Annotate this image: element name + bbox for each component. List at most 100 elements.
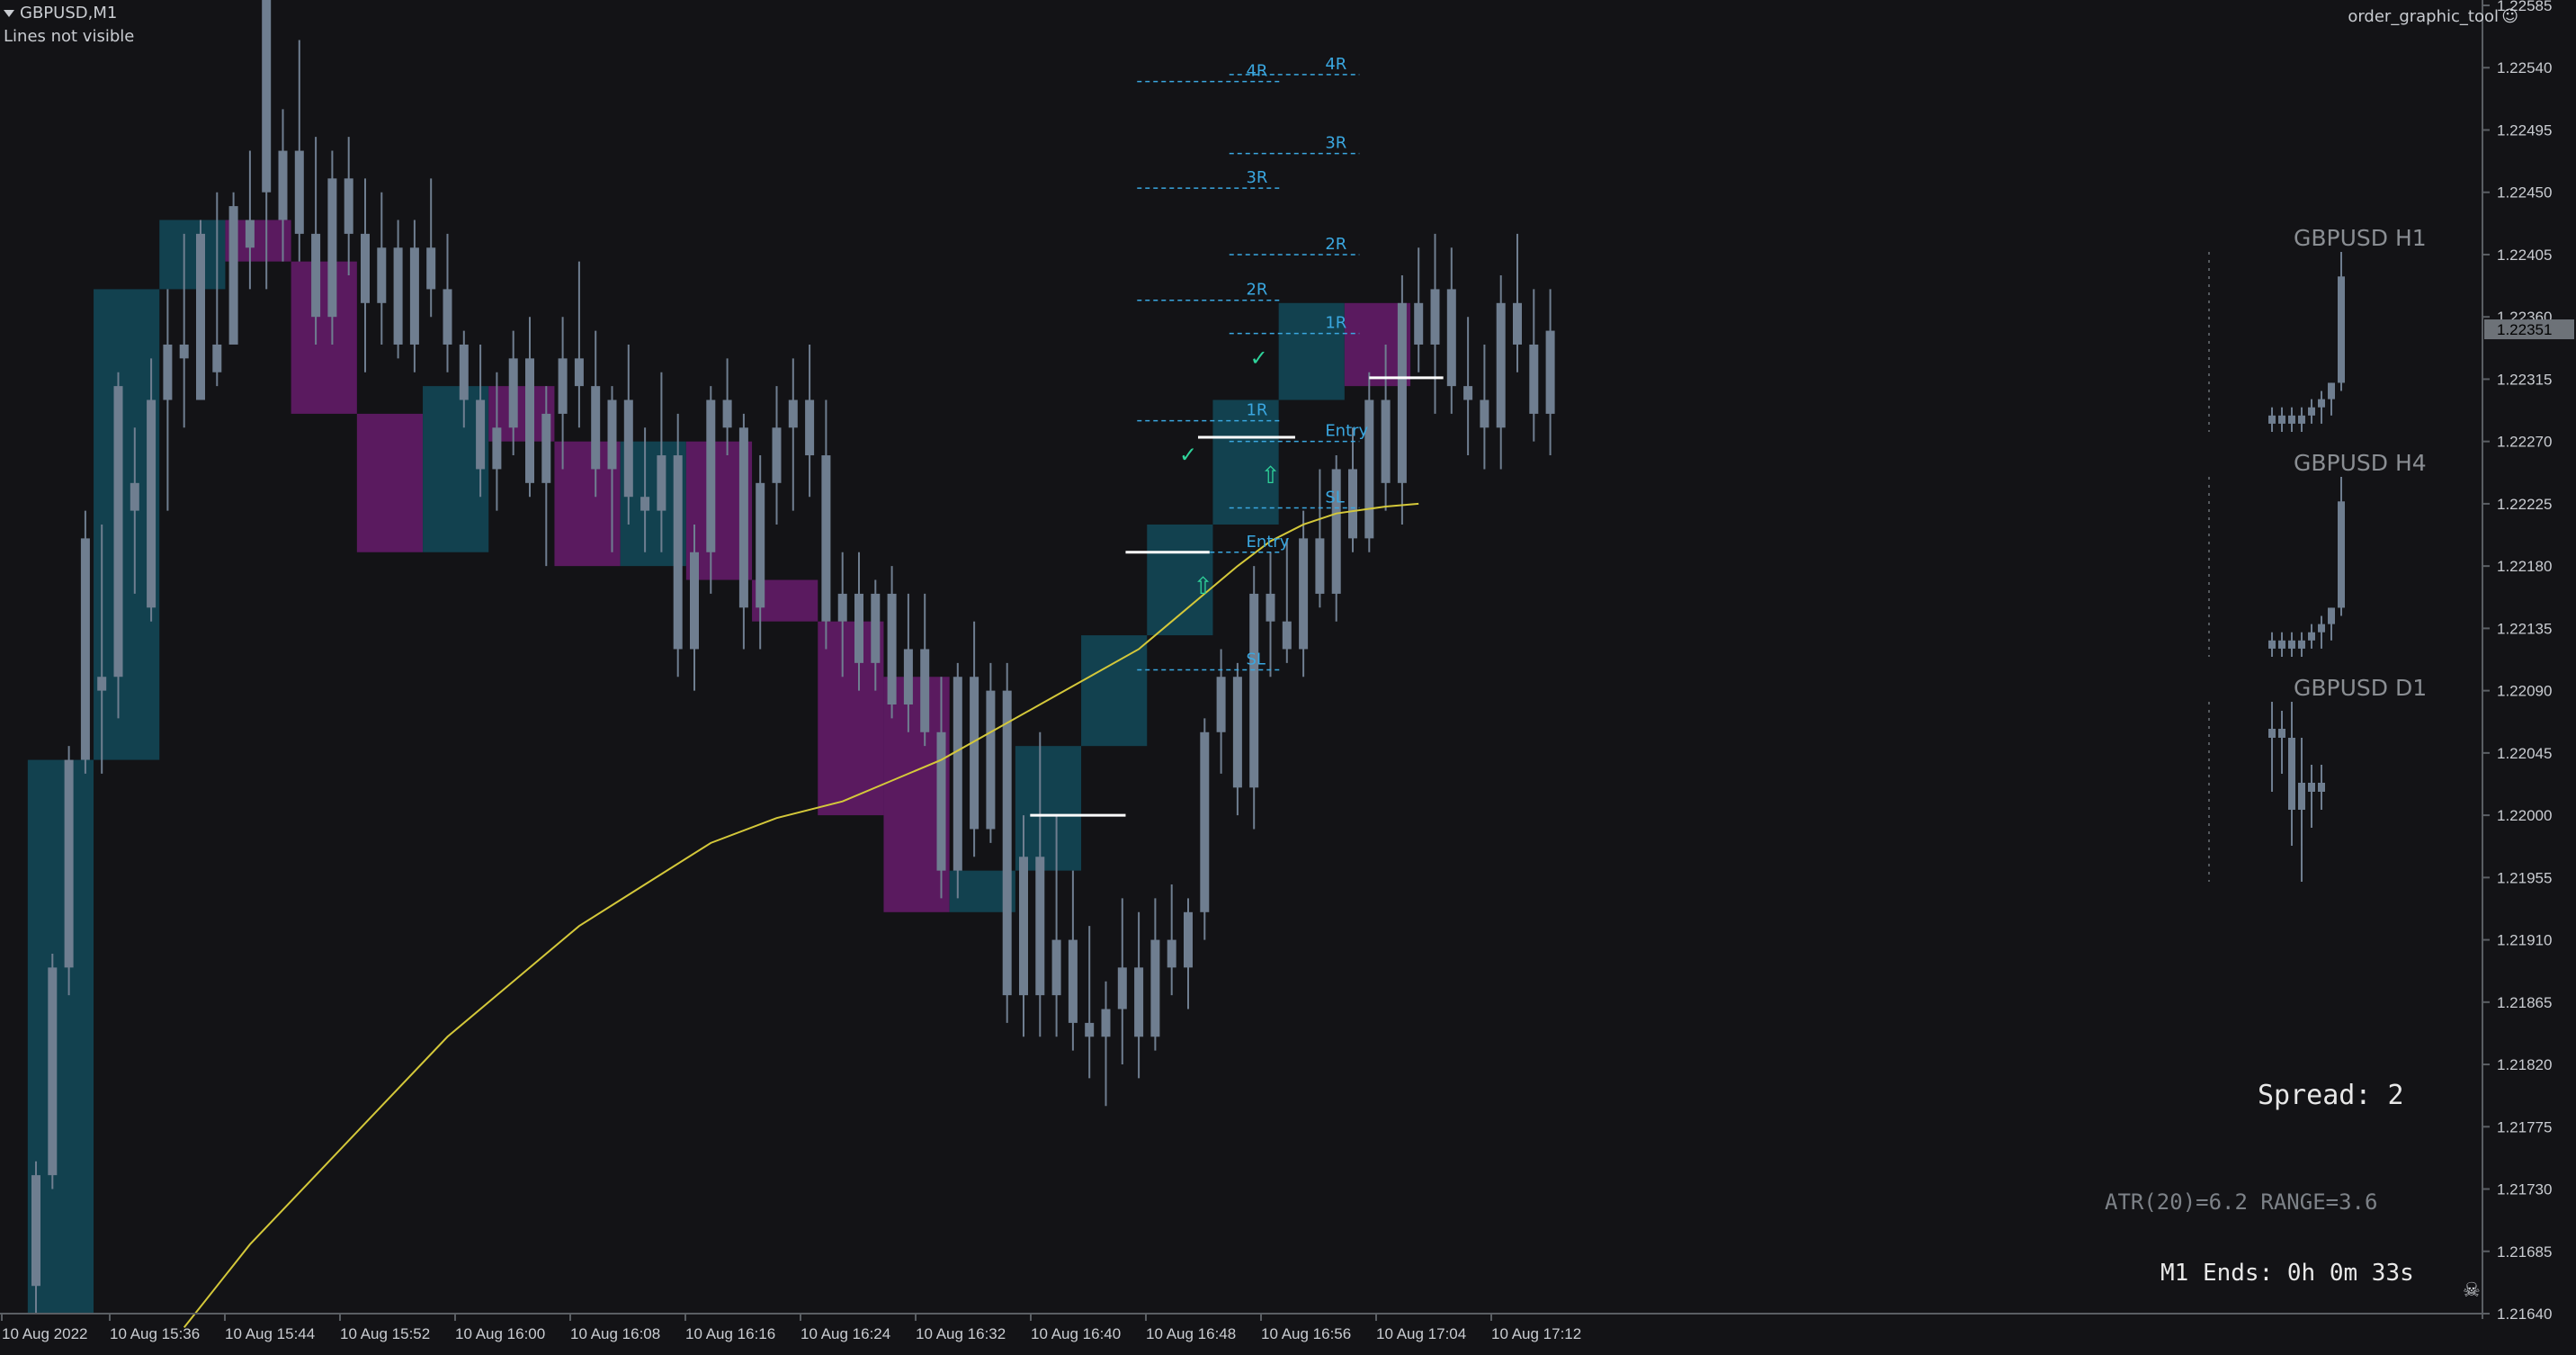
candle-body	[788, 399, 798, 428]
candle-body	[1397, 302, 1407, 483]
candle-body	[706, 399, 716, 552]
mini-candle-body	[2318, 624, 2325, 633]
level-label: 2R	[1246, 281, 1267, 300]
candle-body	[673, 455, 683, 650]
candle-body	[48, 967, 58, 1176]
price-tick-label: 1.22405	[2497, 247, 2552, 264]
price-tick-label: 1.22540	[2497, 59, 2552, 76]
candle-body	[163, 344, 173, 400]
time-tick-label: 10 Aug 16:32	[916, 1325, 1006, 1342]
price-tick-label: 1.22270	[2497, 434, 2552, 451]
candle-box	[1015, 746, 1082, 871]
mini-candle-body	[2338, 501, 2345, 608]
candle-body	[1529, 344, 1539, 414]
level-label: 4R	[1325, 55, 1346, 74]
price-tick-label: 1.22090	[2497, 683, 2552, 700]
mini-candle-body	[2288, 415, 2295, 424]
candle-body	[607, 399, 617, 470]
candle-body	[986, 690, 996, 830]
candle-body	[147, 399, 157, 608]
skull-icon[interactable]: ☠	[2463, 1279, 2481, 1302]
candle-body	[1200, 731, 1210, 912]
candle-body	[1167, 939, 1176, 968]
candle-body	[623, 399, 633, 498]
time-tick-label: 10 Aug 16:16	[685, 1325, 775, 1342]
time-tick-label: 10 Aug 16:00	[455, 1325, 545, 1342]
smiley-icon[interactable]: ☺	[2501, 7, 2518, 26]
price-tick-label: 1.22045	[2497, 745, 2552, 762]
level-label: 2R	[1325, 235, 1346, 254]
candle-body	[344, 178, 353, 234]
candle-box	[356, 413, 424, 552]
candle-body	[294, 150, 304, 234]
candle-body	[1150, 939, 1160, 1037]
candle-body	[1282, 621, 1292, 650]
mini-candle-body	[2308, 783, 2315, 792]
atr-range-readout: ATR(20)=6.2 RANGE=3.6	[2105, 1189, 2378, 1215]
price-chart[interactable]: 4R3R2R1REntrySL4R3R2R1REntrySL⇧⇧✓✓1.2258…	[0, 0, 2576, 1355]
mini-candle-body	[2288, 640, 2295, 649]
check-icon: ✓	[1179, 443, 1197, 468]
candle-body	[690, 552, 699, 650]
candle-body	[409, 247, 419, 345]
candle-body	[1446, 289, 1456, 387]
candle-body	[228, 206, 238, 345]
mini-chart-title-h1: GBPUSD H1	[2294, 225, 2427, 251]
price-tick-label: 1.21910	[2497, 932, 2552, 949]
candle-body	[591, 386, 601, 470]
mini-chart-title-d1: GBPUSD D1	[2294, 675, 2428, 701]
level-label: SL	[1246, 651, 1265, 669]
candle-body	[196, 233, 205, 400]
candle-body	[393, 247, 403, 345]
candle-body	[1348, 469, 1357, 539]
candle-body	[1035, 857, 1045, 996]
mini-candle-body	[2328, 382, 2335, 399]
time-tick-label: 10 Aug 16:48	[1146, 1325, 1236, 1342]
level-label: 3R	[1246, 168, 1267, 187]
time-tick-label: 10 Aug 16:40	[1031, 1325, 1121, 1342]
level-label: Entry	[1325, 422, 1368, 441]
candle-body	[970, 677, 979, 830]
tool-name[interactable]: order_graphic_tool	[2348, 7, 2499, 26]
candle-body	[262, 0, 272, 193]
candle-body	[1249, 593, 1259, 788]
candle-body	[476, 399, 486, 470]
candle-body	[1513, 302, 1522, 345]
candle-body	[1051, 939, 1061, 996]
level-label: 1R	[1325, 314, 1346, 333]
level-label: 1R	[1246, 401, 1267, 420]
candle-body	[212, 344, 222, 372]
candle-body	[821, 455, 831, 622]
candle-body	[443, 289, 452, 345]
candle-body	[1414, 302, 1424, 345]
candle-body	[1463, 386, 1473, 400]
candle-body	[1232, 677, 1242, 788]
level-label: SL	[1325, 489, 1344, 507]
time-tick-label: 10 Aug 16:56	[1261, 1325, 1351, 1342]
candle-body	[1019, 857, 1028, 996]
candle-body	[756, 482, 765, 608]
candle-body	[1545, 330, 1555, 414]
mini-candle-body	[2278, 729, 2285, 738]
candle-body	[361, 233, 370, 303]
status-label: Lines not visible	[4, 27, 135, 46]
candle-body	[130, 482, 139, 511]
price-tick-label: 1.22180	[2497, 558, 2552, 575]
time-tick-label: 10 Aug 17:12	[1491, 1325, 1581, 1342]
price-tick-label: 1.21730	[2497, 1181, 2552, 1198]
candle-body	[377, 247, 387, 303]
time-tick-label: 10 Aug 15:44	[225, 1325, 315, 1342]
time-tick-label: 10 Aug 17:04	[1376, 1325, 1466, 1342]
candle-body	[887, 593, 897, 705]
candle-body	[80, 538, 90, 760]
mini-candle-body	[2298, 640, 2305, 649]
level-label: Entry	[1246, 533, 1289, 552]
collapse-triangle-icon[interactable]	[4, 10, 14, 17]
candle-body	[508, 358, 518, 428]
bar-timer-readout: M1 Ends: 0h 0m 33s	[2160, 1260, 2414, 1287]
mini-candle-body	[2268, 640, 2276, 649]
candle-body	[1315, 538, 1325, 594]
candle-body	[837, 593, 847, 622]
mini-candle-body	[2278, 415, 2285, 424]
candle-body	[1216, 677, 1226, 732]
